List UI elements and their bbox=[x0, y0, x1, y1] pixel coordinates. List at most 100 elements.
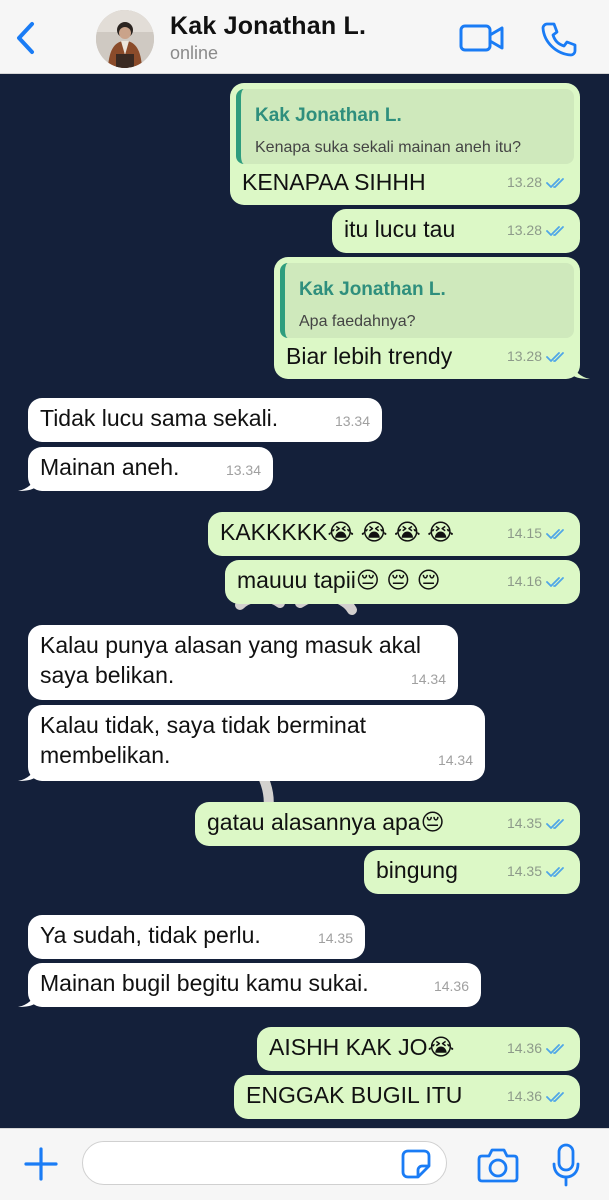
timestamp-text: 14.36 bbox=[433, 978, 469, 994]
timestamp-text: 13.28 bbox=[506, 348, 542, 364]
bubble-tail bbox=[18, 991, 36, 1007]
timestamp-text: 14.34 bbox=[410, 671, 446, 687]
message-timestamp: 13.34 bbox=[226, 455, 261, 485]
message-timestamp: 14.35 bbox=[318, 923, 353, 953]
quoted-sender-name: Kak Jonathan L. bbox=[255, 105, 402, 126]
message-text: itu lucu tau bbox=[344, 216, 456, 242]
video-camera-icon bbox=[459, 24, 504, 52]
timestamp-text: 14.15 bbox=[506, 525, 542, 541]
message-timestamp: 13.28 bbox=[507, 341, 568, 373]
read-receipt-icon bbox=[546, 1083, 568, 1113]
message-text: Kalau punya alasan yang masuk akal saya … bbox=[40, 632, 422, 688]
plus-icon bbox=[24, 1147, 58, 1181]
video-call-button[interactable] bbox=[458, 20, 506, 56]
message-timestamp: 13.28 bbox=[507, 167, 568, 199]
message-timestamp: 14.35 bbox=[507, 856, 568, 888]
read-receipt-icon bbox=[546, 858, 568, 888]
microphone-icon bbox=[552, 1143, 580, 1187]
outgoing-message[interactable]: ENGGAK BUGIL ITU 14.36 bbox=[234, 1075, 580, 1119]
voice-call-button[interactable] bbox=[540, 20, 578, 58]
timestamp-text: 14.16 bbox=[506, 573, 542, 589]
message-timestamp: 13.28 bbox=[507, 215, 568, 247]
sticker-button[interactable] bbox=[400, 1148, 432, 1180]
message-text: ENGGAK BUGIL ITU bbox=[246, 1082, 463, 1108]
outgoing-message[interactable]: itu lucu tau 13.28 bbox=[332, 209, 580, 253]
camera-button[interactable] bbox=[476, 1145, 520, 1185]
outgoing-message[interactable]: AISHH KAK JO😭 14.36 bbox=[257, 1027, 580, 1071]
message-text: AISHH KAK JO😭 bbox=[269, 1034, 455, 1060]
outgoing-message[interactable]: bingung 14.35 bbox=[364, 850, 580, 894]
message-text: Ya sudah, tidak perlu. bbox=[40, 922, 261, 948]
bubble-tail bbox=[18, 765, 36, 781]
bubble-tail bbox=[18, 475, 36, 491]
quoted-message-text: Kenapa suka sekali mainan aneh itu? bbox=[255, 139, 521, 156]
compose-bar bbox=[0, 1128, 609, 1200]
quoted-sender-name: Kak Jonathan L. bbox=[299, 279, 446, 300]
avatar[interactable] bbox=[96, 10, 154, 68]
message-text: KENAPAA SIHHH bbox=[242, 169, 426, 195]
message-timestamp: 14.34 bbox=[438, 745, 473, 775]
message-text: Biar lebih trendy bbox=[286, 343, 453, 369]
timestamp-text: 14.36 bbox=[506, 1040, 542, 1056]
message-timestamp: 14.36 bbox=[507, 1033, 568, 1065]
outgoing-message[interactable]: Kak Jonathan L. Apa faedahnya? Biar lebih … bbox=[274, 257, 590, 379]
message-text: Kalau tidak, saya tidak berminat membeli… bbox=[40, 712, 367, 768]
outgoing-message[interactable]: mauuu tapii😔 😔 😔 14.16 bbox=[225, 560, 580, 604]
outgoing-message[interactable]: Kak Jonathan L. Kenapa suka sekali mainan… bbox=[230, 83, 580, 205]
timestamp-text: 14.35 bbox=[506, 815, 542, 831]
reply-quote[interactable]: Kak Jonathan L. Kenapa suka sekali mainan… bbox=[236, 89, 574, 164]
phone-icon bbox=[541, 22, 577, 57]
timestamp-text: 14.36 bbox=[506, 1088, 542, 1104]
message-text: Tidak lucu sama sekali. bbox=[40, 405, 279, 431]
back-button[interactable] bbox=[10, 18, 40, 58]
sticker-icon bbox=[401, 1149, 431, 1179]
read-receipt-icon bbox=[546, 520, 568, 550]
reply-quote[interactable]: Kak Jonathan L. Apa faedahnya? bbox=[280, 263, 574, 338]
contact-name[interactable]: Kak Jonathan L. bbox=[170, 12, 366, 41]
timestamp-text: 13.28 bbox=[506, 222, 542, 238]
read-receipt-icon bbox=[546, 169, 568, 199]
read-receipt-icon bbox=[546, 810, 568, 840]
chat-header: Kak Jonathan L. online bbox=[0, 0, 609, 74]
message-timestamp: 14.36 bbox=[507, 1081, 568, 1113]
timestamp-text: 13.34 bbox=[334, 413, 370, 429]
message-timestamp: 13.34 bbox=[335, 406, 370, 436]
timestamp-text: 14.35 bbox=[317, 930, 353, 946]
read-receipt-icon bbox=[546, 217, 568, 247]
voice-message-button[interactable] bbox=[550, 1142, 582, 1188]
camera-icon bbox=[477, 1148, 519, 1183]
message-timestamp: 14.16 bbox=[507, 566, 568, 598]
incoming-message[interactable]: Kalau tidak, saya tidak berminat membeli… bbox=[18, 705, 485, 781]
message-text: gatau alasannya apa😔 bbox=[207, 809, 445, 835]
outgoing-message[interactable]: gatau alasannya apa😔 14.35 bbox=[195, 802, 580, 846]
incoming-message[interactable]: Ya sudah, tidak perlu. 14.35 bbox=[28, 915, 365, 959]
incoming-message[interactable]: Mainan bugil begitu kamu sukai. 14.36 bbox=[18, 963, 481, 1007]
message-timestamp: 14.35 bbox=[507, 808, 568, 840]
outgoing-message[interactable]: KAKKKKK😭 😭 😭 😭 14.15 bbox=[208, 512, 580, 556]
timestamp-text: 14.35 bbox=[506, 863, 542, 879]
message-text: Mainan aneh. bbox=[40, 454, 180, 480]
message-text: bingung bbox=[376, 857, 458, 883]
read-receipt-icon bbox=[546, 343, 568, 373]
message-text: Mainan bugil begitu kamu sukai. bbox=[40, 970, 369, 996]
incoming-message[interactable]: Kalau punya alasan yang masuk akal saya … bbox=[28, 625, 458, 700]
chat-area[interactable]: Kak Jonathan L. Kenapa suka sekali mainan… bbox=[0, 75, 609, 1128]
read-receipt-icon bbox=[546, 1035, 568, 1065]
timestamp-text: 14.34 bbox=[437, 752, 473, 768]
message-text: mauuu tapii😔 😔 😔 bbox=[237, 567, 441, 593]
message-timestamp: 14.36 bbox=[434, 971, 469, 1001]
read-receipt-icon bbox=[546, 568, 568, 598]
quoted-message-text: Apa faedahnya? bbox=[299, 313, 416, 330]
message-timestamp: 14.15 bbox=[507, 518, 568, 550]
add-attachment-button[interactable] bbox=[22, 1145, 60, 1183]
incoming-message[interactable]: Tidak lucu sama sekali. 13.34 bbox=[28, 398, 382, 442]
message-text: KAKKKKK😭 😭 😭 😭 bbox=[220, 519, 455, 545]
message-timestamp: 14.34 bbox=[411, 664, 446, 694]
contact-status: online bbox=[170, 43, 219, 63]
incoming-message[interactable]: Mainan aneh. 13.34 bbox=[18, 447, 273, 491]
chevron-left-icon bbox=[17, 22, 34, 54]
message-input[interactable] bbox=[82, 1141, 447, 1185]
timestamp-text: 13.34 bbox=[225, 462, 261, 478]
bubble-tail bbox=[572, 363, 590, 379]
timestamp-text: 13.28 bbox=[506, 174, 542, 190]
